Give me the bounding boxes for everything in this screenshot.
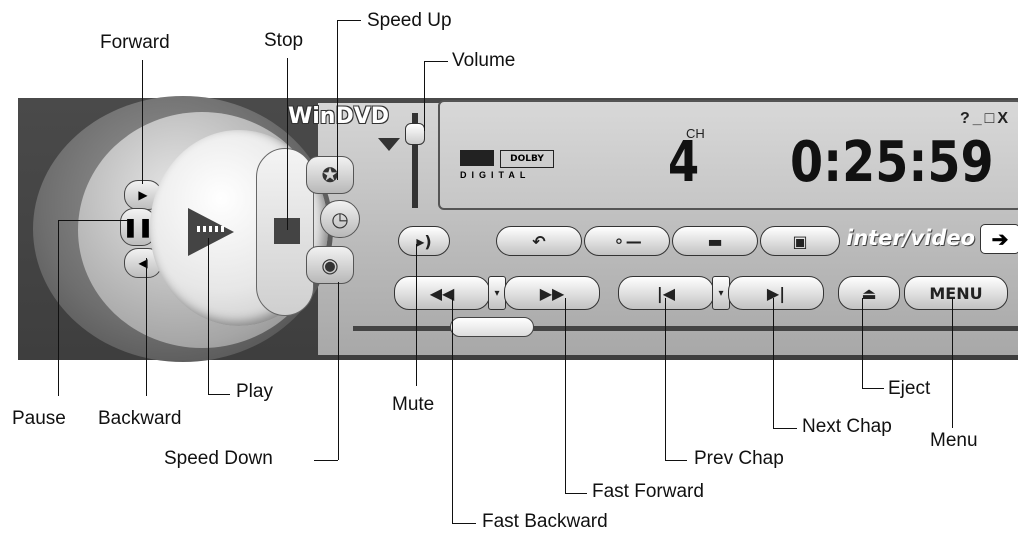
eject-button[interactable]: ⏏ bbox=[838, 276, 900, 310]
fast-backward-label: Fast Backward bbox=[482, 511, 608, 532]
fast-forward-leader-v bbox=[565, 298, 566, 493]
menu-label: Menu bbox=[930, 430, 978, 451]
play-label: Play bbox=[236, 381, 273, 402]
next-chap-leader-v bbox=[773, 298, 774, 428]
mute-label: Mute bbox=[392, 394, 435, 415]
speaker-icon: ▸) bbox=[416, 231, 432, 251]
eject-icon: ⏏ bbox=[861, 283, 877, 303]
fast-forward-leader-h bbox=[565, 493, 587, 494]
next-chap-leader-h bbox=[773, 428, 797, 429]
stop-leader bbox=[287, 58, 288, 230]
window-controls[interactable]: ?_□X bbox=[960, 110, 1011, 128]
eject-leader-h bbox=[862, 388, 884, 389]
speed-up-button[interactable]: ✪ bbox=[306, 156, 354, 194]
mute-leader bbox=[416, 244, 417, 386]
forward-leader bbox=[142, 60, 143, 184]
key-icon: ⚬— bbox=[612, 231, 642, 251]
dolby-digital-logo: DOLBY DIGITAL bbox=[460, 150, 554, 186]
dolby-digital-text: DIGITAL bbox=[460, 170, 531, 180]
eject-label: Eject bbox=[888, 378, 931, 399]
fast-forward-icon: ▶▶ bbox=[539, 283, 565, 303]
play-leader-h bbox=[208, 394, 230, 395]
repeat-icon: ↶ bbox=[532, 231, 546, 251]
volume-label: Volume bbox=[452, 50, 516, 71]
fast-backward-button[interactable]: ◀◀ bbox=[394, 276, 490, 310]
speed-down-button[interactable]: ◉ bbox=[306, 246, 354, 284]
fast-backward-leader-v bbox=[452, 298, 453, 523]
dropdown-icon: ▾ bbox=[494, 287, 500, 299]
pause-label: Pause bbox=[12, 408, 66, 429]
subtitle-icon: ▬ bbox=[707, 231, 723, 251]
speed-down-label: Speed Down bbox=[164, 448, 273, 469]
volume-slider-knob[interactable] bbox=[405, 123, 425, 145]
seek-slider-knob[interactable] bbox=[450, 317, 534, 337]
skip-forward-icon: ▶| bbox=[766, 283, 786, 303]
capture-button[interactable]: ▣ bbox=[760, 226, 840, 256]
speed-down-leader-v bbox=[338, 282, 339, 460]
forward-label: Forward bbox=[100, 32, 170, 53]
channel-value: 4 bbox=[668, 130, 700, 195]
dropdown-icon: ▾ bbox=[718, 287, 724, 299]
prev-chap-leader-v bbox=[665, 298, 666, 460]
repeat-button[interactable]: ↶ bbox=[496, 226, 582, 256]
key-button[interactable]: ⚬— bbox=[584, 226, 670, 256]
speed-up-label: Speed Up bbox=[367, 10, 452, 31]
next-chap-label: Next Chap bbox=[802, 416, 892, 437]
intervideo-logo: inter/video bbox=[846, 226, 976, 250]
dolby-box: DOLBY bbox=[500, 150, 554, 168]
prev-chap-label: Prev Chap bbox=[694, 448, 784, 469]
backward-label: Backward bbox=[98, 408, 182, 429]
stop-label: Stop bbox=[264, 30, 304, 51]
mute-button[interactable]: ▸) bbox=[398, 226, 450, 256]
menu-leader bbox=[952, 298, 953, 428]
volume-leader-h bbox=[424, 61, 448, 62]
speed-up-leader-h bbox=[337, 20, 361, 21]
next-chapter-button[interactable]: ▶| bbox=[728, 276, 824, 310]
time-display: 0:25:59 bbox=[790, 130, 994, 195]
windvd-logo: WinDVD bbox=[288, 104, 390, 129]
menu-button-label: MENU bbox=[929, 283, 983, 303]
eject-leader-v bbox=[862, 298, 863, 388]
prev-chap-leader-h bbox=[665, 460, 687, 461]
clock-button[interactable]: ◷ bbox=[320, 200, 360, 238]
prev-chapter-button[interactable]: |◀ bbox=[618, 276, 714, 310]
volume-leader-v bbox=[424, 61, 425, 131]
logo-menu-arrow-icon[interactable] bbox=[378, 138, 400, 151]
speed-down-leader-h bbox=[314, 460, 338, 461]
windvd-player: ▶ ❚❚ ◀ ✪ ◷ ◉ WinDVD ?_□X DOLBY DIGITAL C… bbox=[18, 96, 1018, 362]
speed-up-leader-v bbox=[337, 20, 338, 180]
subtitle-button[interactable]: ▬ bbox=[672, 226, 758, 256]
annotated-diagram: ▶ ❚❚ ◀ ✪ ◷ ◉ WinDVD ?_□X DOLBY DIGITAL C… bbox=[0, 0, 1018, 535]
expand-button[interactable]: ➔ bbox=[980, 224, 1018, 254]
pause-leader-h bbox=[58, 220, 128, 221]
lcd-display: ?_□X DOLBY DIGITAL CH 4 0:25:59 bbox=[438, 100, 1018, 210]
fast-backward-leader-h bbox=[452, 523, 476, 524]
play-icon-dots bbox=[197, 226, 225, 232]
camera-icon: ▣ bbox=[792, 231, 808, 251]
fast-forward-label: Fast Forward bbox=[592, 481, 704, 502]
play-button[interactable] bbox=[188, 208, 234, 256]
turtle-icon: ◉ bbox=[321, 254, 339, 277]
dolby-dd-icon bbox=[460, 150, 494, 166]
play-leader-v bbox=[208, 238, 209, 394]
backward-leader bbox=[146, 258, 147, 396]
fast-forward-button[interactable]: ▶▶ bbox=[504, 276, 600, 310]
frame-forward-icon: ▶ bbox=[138, 188, 148, 202]
clock-icon: ◷ bbox=[331, 208, 349, 231]
pause-leader-v bbox=[58, 220, 59, 396]
menu-button[interactable]: MENU bbox=[904, 276, 1008, 310]
rewind-icon: ◀◀ bbox=[429, 283, 455, 303]
rabbit-icon: ✪ bbox=[321, 164, 339, 187]
skip-back-icon: |◀ bbox=[656, 283, 676, 303]
